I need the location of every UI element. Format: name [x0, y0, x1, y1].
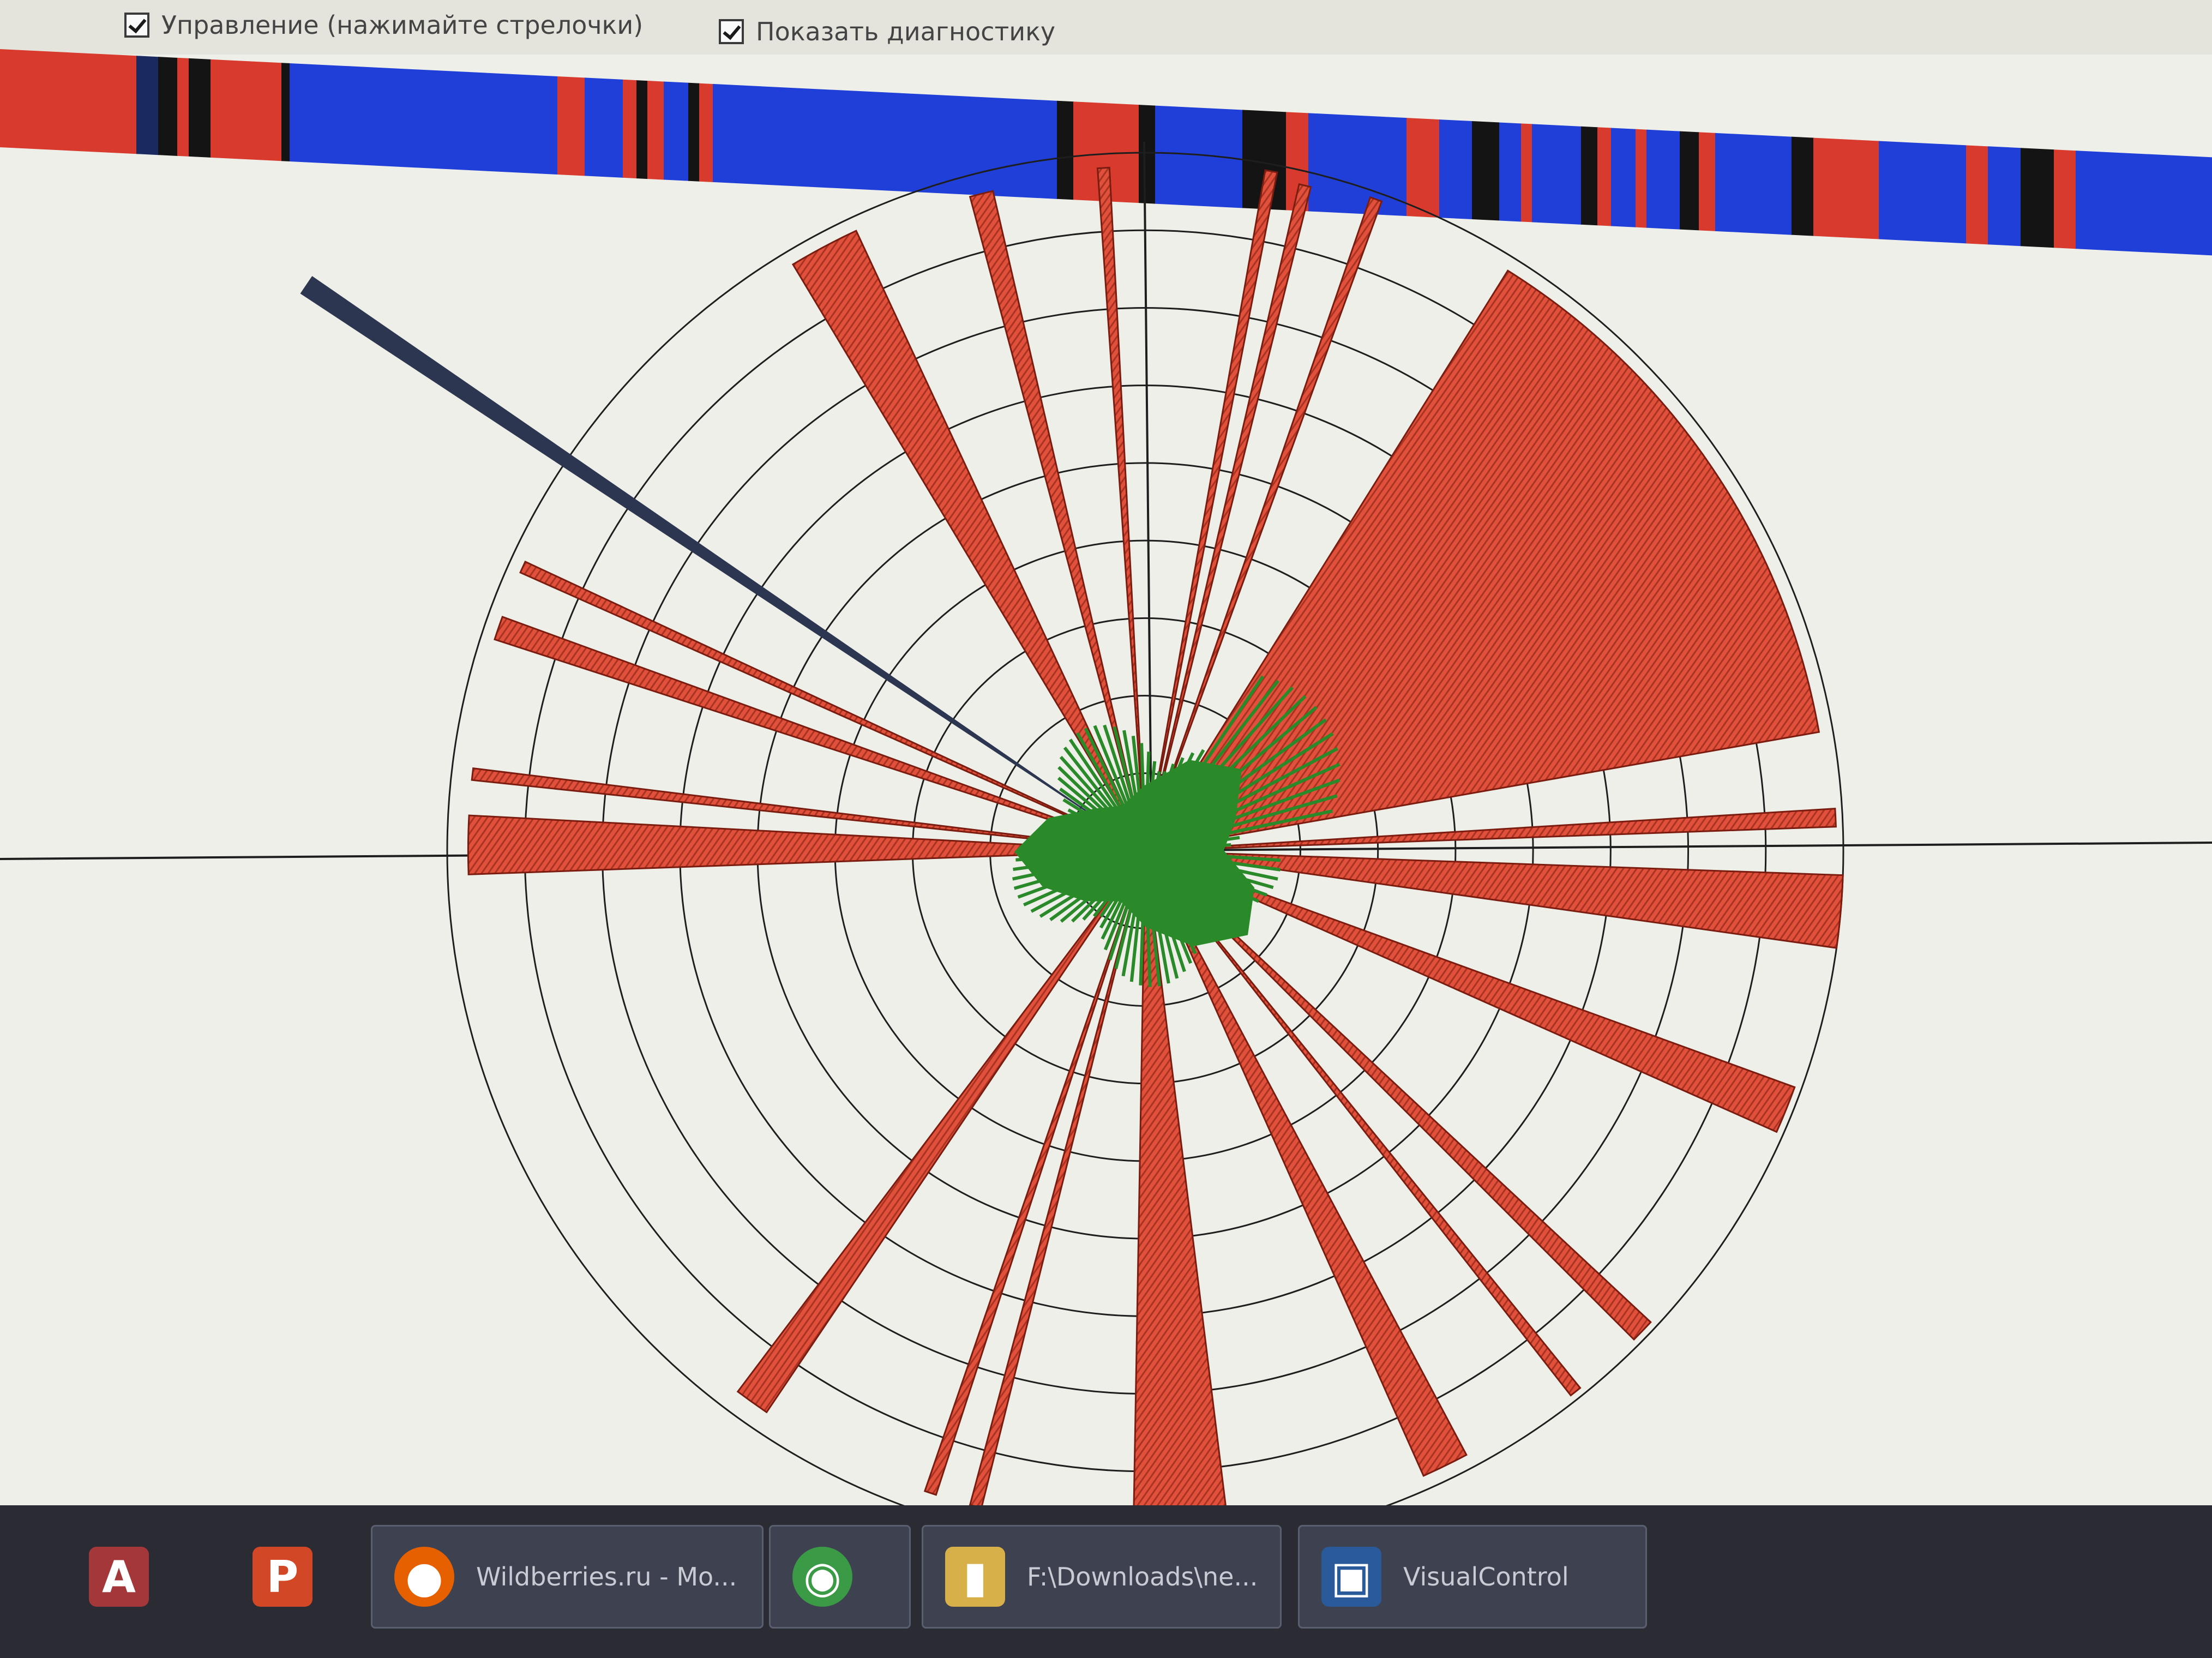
- taskbar-explorer-window[interactable]: ▮ F:\Downloads\ne...: [922, 1525, 1282, 1629]
- diagnostics-checkbox[interactable]: [719, 19, 744, 44]
- diagnostics-checkbox-label[interactable]: Показать диагностику: [756, 17, 1055, 46]
- control-checkbox-label[interactable]: Управление (нажимайте стрелочки): [161, 10, 643, 40]
- diagnostics-checkbox-row[interactable]: Показать диагностику: [719, 10, 1055, 53]
- firefox-icon: ●: [394, 1547, 454, 1607]
- access-app-icon: A: [89, 1547, 149, 1607]
- explorer-window-title: F:\Downloads\ne...: [1027, 1562, 1258, 1591]
- taskbar: A P ● Wildberries.ru - Mo... ◉ ▮ F:\Down…: [0, 1505, 2212, 1658]
- obstacle-beam: [736, 850, 1146, 1414]
- powerpoint-app-icon: P: [253, 1547, 312, 1607]
- firefox-window-title: Wildberries.ru - Mo...: [476, 1562, 737, 1591]
- folder-icon: ▮: [945, 1547, 1005, 1607]
- visualcontrol-window-title: VisualControl: [1403, 1562, 1569, 1591]
- obstacle-beam: [519, 560, 1146, 852]
- taskbar-access[interactable]: A: [65, 1525, 196, 1629]
- control-checkbox-row[interactable]: Управление (нажимайте стрелочки): [124, 3, 643, 47]
- taskbar-powerpoint[interactable]: P: [229, 1525, 360, 1629]
- taskbar-firefox-window[interactable]: ● Wildberries.ru - Mo...: [371, 1525, 764, 1629]
- obstacle-beam: [969, 850, 1146, 1505]
- toolbar: Управление (нажимайте стрелочки) Показат…: [0, 0, 2212, 55]
- chrome-icon: ◉: [792, 1547, 852, 1607]
- taskbar-chrome[interactable]: ◉: [769, 1525, 911, 1629]
- camera-icon: ▣: [1321, 1547, 1381, 1607]
- taskbar-visualcontrol-window[interactable]: ▣ VisualControl: [1298, 1525, 1647, 1629]
- control-checkbox[interactable]: [124, 13, 149, 38]
- radar-view: [0, 141, 2212, 1505]
